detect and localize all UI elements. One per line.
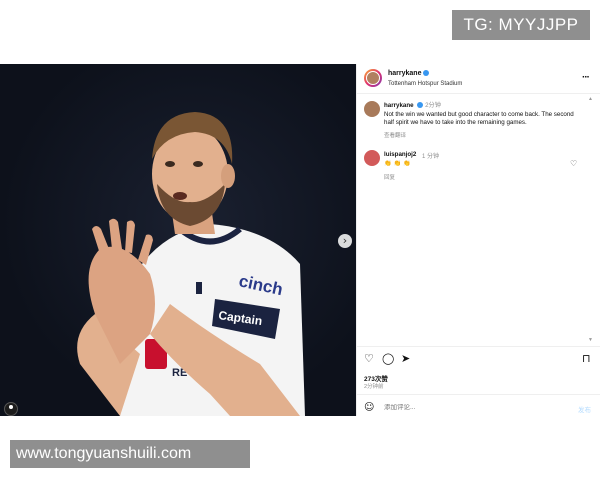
more-options-icon[interactable]: ··· bbox=[582, 72, 590, 83]
post-username[interactable]: harrykane bbox=[388, 70, 430, 77]
verified-badge-icon bbox=[417, 102, 424, 109]
verified-badge-icon bbox=[423, 70, 430, 77]
scroll-down-arrow[interactable]: ▼ bbox=[588, 337, 593, 343]
watermark-bottom: www.tongyuanshuili.com bbox=[10, 440, 250, 468]
emoji-icon[interactable]: ☺ bbox=[364, 402, 374, 413]
comment-input[interactable] bbox=[384, 404, 564, 411]
post-photo[interactable]: Captain cinch RE DREA bbox=[0, 64, 356, 416]
share-icon[interactable]: ➤ bbox=[401, 352, 410, 365]
watermark-top: TG: MYYJJPP bbox=[452, 10, 590, 40]
heart-icon[interactable]: ♡ bbox=[570, 159, 577, 168]
reply-button[interactable]: 回复 bbox=[384, 173, 395, 181]
post-location[interactable]: Tottenham Hotspur Stadium bbox=[388, 81, 462, 87]
heart-icon[interactable]: ♡ bbox=[364, 352, 374, 365]
avatar[interactable] bbox=[364, 150, 380, 166]
comment-icon[interactable]: ◯ bbox=[382, 352, 394, 365]
post-actions: ♡ ◯ ➤ ⊓ bbox=[364, 352, 592, 366]
actions-divider bbox=[357, 346, 600, 347]
player-illustration: Captain cinch RE DREA bbox=[77, 112, 305, 416]
chevron-right-icon[interactable]: › bbox=[338, 234, 352, 248]
comment-username[interactable]: luispanjoj2 bbox=[384, 151, 416, 158]
comment-text: 👏👏👏 bbox=[384, 161, 413, 167]
post-caption: harrykane 2分钟 Not the win we wanted but … bbox=[384, 102, 584, 128]
header-divider bbox=[357, 93, 600, 94]
caption-time: 2分钟 bbox=[425, 102, 441, 109]
bookmark-icon[interactable]: ⊓ bbox=[582, 352, 591, 365]
scroll-up-arrow[interactable]: ▲ bbox=[588, 96, 593, 102]
post-time: 2分钟前 bbox=[364, 384, 384, 390]
caption-text: Not the win we wanted but good character… bbox=[384, 110, 574, 127]
comment-time: 1 分钟 bbox=[422, 154, 440, 160]
caption-username: harrykane bbox=[384, 102, 414, 109]
avatar[interactable] bbox=[364, 101, 380, 117]
user-tag-icon[interactable] bbox=[4, 402, 18, 416]
input-divider bbox=[357, 394, 600, 395]
translate-link[interactable]: 查看翻译 bbox=[384, 131, 406, 139]
avatar[interactable] bbox=[364, 69, 382, 87]
post-comment-button[interactable]: 发布 bbox=[578, 404, 591, 414]
